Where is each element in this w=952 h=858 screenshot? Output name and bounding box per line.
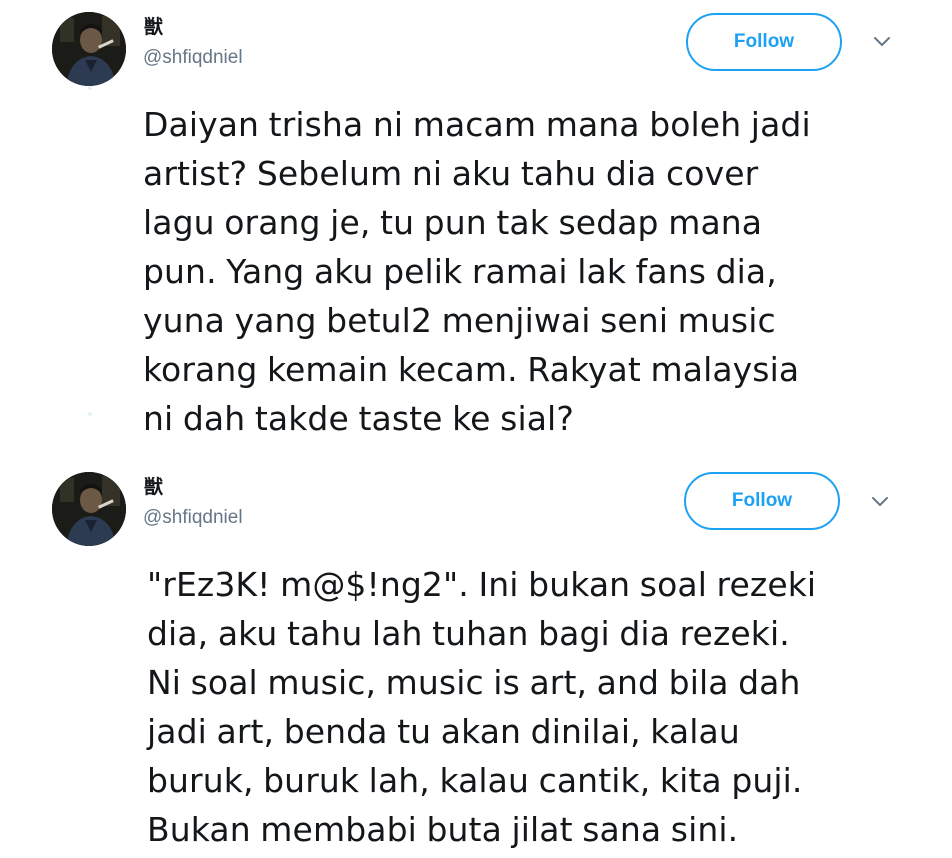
decorative-dot [88, 86, 92, 90]
avatar-photo-icon [52, 472, 126, 546]
user-handle[interactable]: @shfiqdniel [143, 507, 243, 529]
tweet-text: "rEz3K! m@$!ng2". Ini bukan soal rezeki … [147, 565, 817, 849]
chevron-down-icon[interactable] [868, 490, 892, 514]
tweet: 獣 @shfiqdniel Follow "rEz3K! m@$!ng2". I… [0, 460, 952, 858]
display-name[interactable]: 獣 [144, 476, 163, 498]
decorative-dot [88, 412, 92, 416]
avatar[interactable] [52, 472, 126, 546]
avatar[interactable] [52, 12, 126, 86]
follow-button[interactable]: Follow [684, 472, 840, 530]
avatar-photo-icon [52, 12, 126, 86]
tweet-text: Daiyan trisha ni macam mana boleh jadi a… [143, 105, 811, 438]
display-name[interactable]: 獣 [144, 16, 163, 38]
user-handle[interactable]: @shfiqdniel [143, 47, 243, 69]
chevron-down-icon[interactable] [870, 30, 894, 54]
tweet: 獣 @shfiqdniel Follow Daiyan trisha ni ma… [0, 0, 952, 460]
follow-button[interactable]: Follow [686, 13, 842, 71]
